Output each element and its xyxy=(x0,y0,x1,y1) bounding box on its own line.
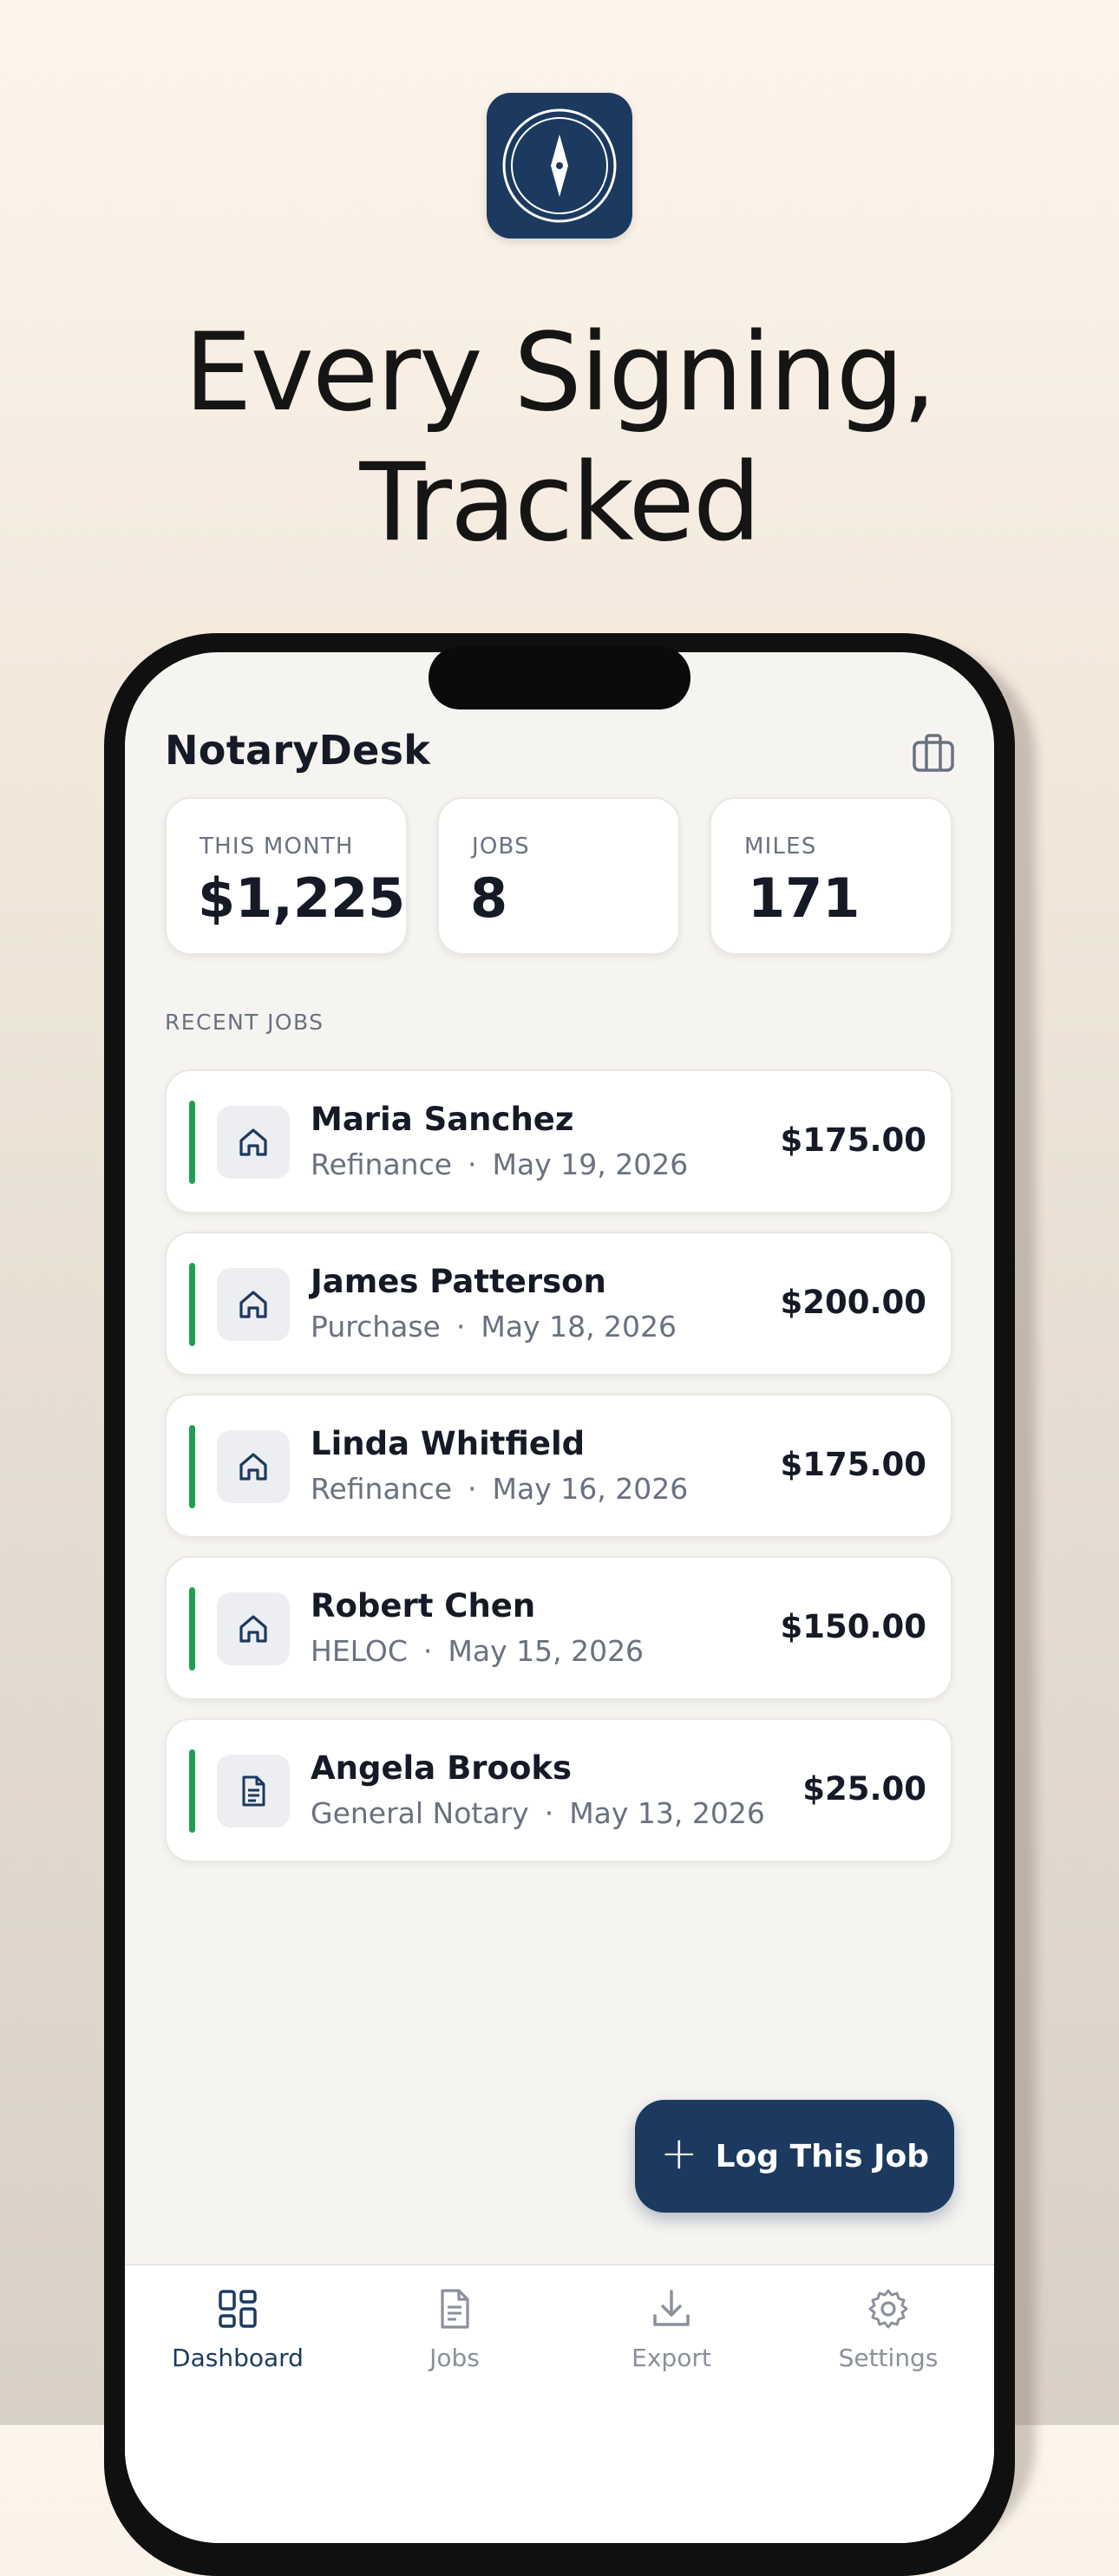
headline-line-1: Every Signing, xyxy=(184,311,936,435)
hero-headline: Every Signing, Tracked xyxy=(0,308,1119,568)
tab-settings[interactable]: Settings xyxy=(793,2286,984,2372)
stat-label: JOBS xyxy=(472,834,530,860)
separator-dot: · xyxy=(422,1634,433,1668)
stat-card-this-month: THIS MONTH $1,225 xyxy=(165,797,408,955)
briefcase-icon[interactable] xyxy=(909,729,958,777)
document-icon xyxy=(441,2289,469,2329)
job-amount: $200.00 xyxy=(780,1284,926,1321)
tab-label: Jobs xyxy=(429,2344,480,2372)
job-amount: $150.00 xyxy=(780,1608,926,1645)
stat-card-miles: MILES 171 xyxy=(710,797,952,955)
home-icon xyxy=(217,1592,290,1665)
job-meta: HELOC · May 15, 2026 xyxy=(311,1634,644,1668)
job-card[interactable]: Angela Brooks General Notary · May 13, 202… xyxy=(165,1718,952,1862)
job-date: May 16, 2026 xyxy=(492,1472,689,1506)
dashboard-icon xyxy=(219,2290,257,2328)
job-meta: General Notary · May 13, 2026 xyxy=(311,1796,765,1830)
tab-label: Dashboard xyxy=(172,2344,304,2372)
status-accent-bar xyxy=(189,1749,195,1833)
document-icon xyxy=(217,1755,290,1827)
job-card[interactable]: Maria Sanchez Refinance · May 19, 2026 $17… xyxy=(165,1069,952,1213)
tab-dashboard[interactable]: Dashboard xyxy=(142,2286,333,2372)
plus-icon: + xyxy=(660,2128,698,2180)
app-logo-compass-icon xyxy=(487,93,632,239)
stat-label: THIS MONTH xyxy=(200,834,354,860)
phone-screen: NotaryDesk THIS MONTH $1,225 JOBS 8 MILE… xyxy=(125,652,994,2543)
home-icon xyxy=(217,1430,290,1503)
job-type: Refinance xyxy=(311,1472,453,1506)
job-meta: Refinance · May 19, 2026 xyxy=(311,1147,688,1181)
job-client-name: Linda Whitfield xyxy=(311,1425,586,1462)
download-icon xyxy=(653,2290,690,2326)
log-this-job-button[interactable]: + Log This Job xyxy=(635,2100,954,2213)
job-amount: $175.00 xyxy=(780,1121,926,1159)
separator-dot: · xyxy=(468,1147,477,1181)
bottom-tab-bar: Dashboard Jobs Export Settings xyxy=(125,2264,994,2543)
separator-dot: · xyxy=(455,1310,466,1344)
status-accent-bar xyxy=(189,1263,195,1346)
job-date: May 15, 2026 xyxy=(448,1634,645,1668)
job-date: May 19, 2026 xyxy=(492,1147,689,1181)
job-date: May 13, 2026 xyxy=(569,1796,765,1830)
job-client-name: James Patterson xyxy=(311,1263,606,1300)
job-meta: Refinance · May 16, 2026 xyxy=(311,1472,688,1506)
gear-icon xyxy=(868,2289,908,2329)
job-card[interactable]: James Patterson Purchase · May 18, 2026 $2… xyxy=(165,1232,952,1376)
home-icon xyxy=(217,1268,290,1341)
job-amount: $175.00 xyxy=(780,1446,926,1483)
job-type: General Notary xyxy=(311,1796,529,1830)
job-client-name: Robert Chen xyxy=(311,1587,536,1625)
section-label-recent-jobs: RECENT JOBS xyxy=(165,1010,324,1035)
phone-notch xyxy=(429,646,690,709)
tab-jobs[interactable]: Jobs xyxy=(359,2286,550,2372)
job-type: Refinance xyxy=(311,1147,453,1181)
tab-label: Export xyxy=(631,2344,711,2372)
stat-value: $1,225 xyxy=(198,866,406,930)
job-client-name: Maria Sanchez xyxy=(311,1101,574,1138)
job-card[interactable]: Linda Whitfield Refinance · May 16, 2026 $… xyxy=(165,1394,952,1538)
stat-label: MILES xyxy=(744,834,817,860)
status-accent-bar xyxy=(189,1425,195,1508)
job-type: Purchase xyxy=(311,1310,441,1344)
job-meta: Purchase · May 18, 2026 xyxy=(311,1310,677,1344)
stat-card-jobs: JOBS 8 xyxy=(437,797,680,955)
status-accent-bar xyxy=(189,1101,195,1184)
tab-label: Settings xyxy=(838,2344,939,2372)
tab-export[interactable]: Export xyxy=(576,2286,767,2372)
status-accent-bar xyxy=(189,1587,195,1670)
job-date: May 18, 2026 xyxy=(481,1310,677,1344)
home-icon xyxy=(217,1106,290,1179)
job-type: HELOC xyxy=(311,1634,408,1668)
stat-value: 171 xyxy=(748,866,861,930)
log-this-job-label: Log This Job xyxy=(715,2138,929,2174)
separator-dot: · xyxy=(468,1472,477,1506)
stat-value: 8 xyxy=(470,866,508,930)
job-amount: $25.00 xyxy=(802,1770,926,1808)
separator-dot: · xyxy=(544,1796,554,1830)
app-title: NotaryDesk xyxy=(165,727,431,774)
headline-line-2: Tracked xyxy=(359,441,761,566)
job-client-name: Angela Brooks xyxy=(311,1749,573,1787)
job-card[interactable]: Robert Chen HELOC · May 15, 2026 $150.00 xyxy=(165,1556,952,1700)
